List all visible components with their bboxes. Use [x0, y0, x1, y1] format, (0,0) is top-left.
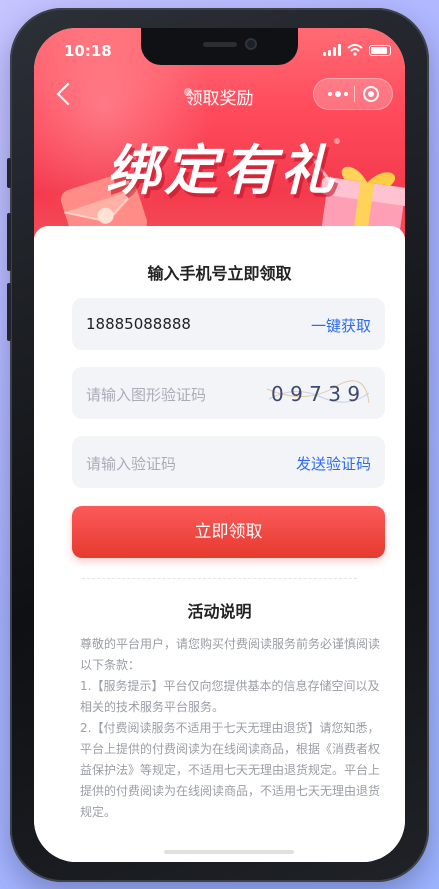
captcha-image[interactable]: 0 9 7 3 9: [265, 375, 371, 411]
close-icon[interactable]: [363, 86, 379, 102]
signal-icon: [323, 44, 341, 56]
section-divider: [82, 578, 357, 579]
volume-down-button: [7, 283, 11, 341]
screen: 10:18 领取奖励 绑定有礼 输入手机号立即领取 18885088888 一键…: [34, 28, 405, 862]
capsule-divider: [354, 86, 355, 102]
sms-code-placeholder: 请输入验证码: [86, 455, 177, 473]
wifi-icon: [347, 44, 363, 56]
rules-paragraph: 2.【付费阅读服务不适用于七天无理由退货】请您知悉，平台上提供的付费阅读为在线阅…: [80, 721, 381, 819]
phone-input-value: 18885088888: [86, 315, 191, 333]
one-click-get-link[interactable]: 一键获取: [311, 315, 371, 336]
rules-paragraph: 1.【服务提示】平台仅向您提供基本的信息存储空间以及相关的技术服务平台服务。: [80, 679, 380, 714]
rules-paragraph: 尊敬的平台用户，请您购买付费阅读服务前务必谨慎阅读以下条款：: [80, 637, 381, 672]
sms-code-field[interactable]: 请输入验证码 发送验证码: [72, 436, 385, 488]
battery-icon: [369, 44, 391, 56]
form-heading: 输入手机号立即领取: [147, 264, 292, 283]
captcha-field[interactable]: 请输入图形验证码 0 9 7 3 9: [72, 367, 385, 419]
home-indicator: [164, 850, 294, 854]
mute-switch: [7, 158, 11, 188]
volume-up-button: [7, 213, 11, 271]
banner-title: 绑定有礼: [106, 139, 338, 202]
status-icons: [323, 44, 391, 56]
claim-button[interactable]: 立即领取: [72, 506, 385, 558]
mini-program-capsule: [313, 78, 393, 110]
status-bar: 10:18: [34, 42, 405, 62]
phone-field[interactable]: 18885088888 一键获取: [72, 298, 385, 350]
send-code-link[interactable]: 发送验证码: [296, 453, 371, 474]
status-time: 10:18: [64, 42, 112, 60]
captcha-image-text: 0 9 7 3 9: [271, 382, 360, 406]
more-icon[interactable]: [328, 91, 348, 97]
captcha-input-placeholder: 请输入图形验证码: [86, 386, 207, 404]
form-card: 输入手机号立即领取 18885088888 一键获取 请输入图形验证码 0 9 …: [34, 226, 405, 862]
rules-text: 尊敬的平台用户，请您购买付费阅读服务前务必谨慎阅读以下条款： 1.【服务提示】平…: [80, 634, 380, 823]
rules-title: 活动说明: [187, 602, 252, 621]
